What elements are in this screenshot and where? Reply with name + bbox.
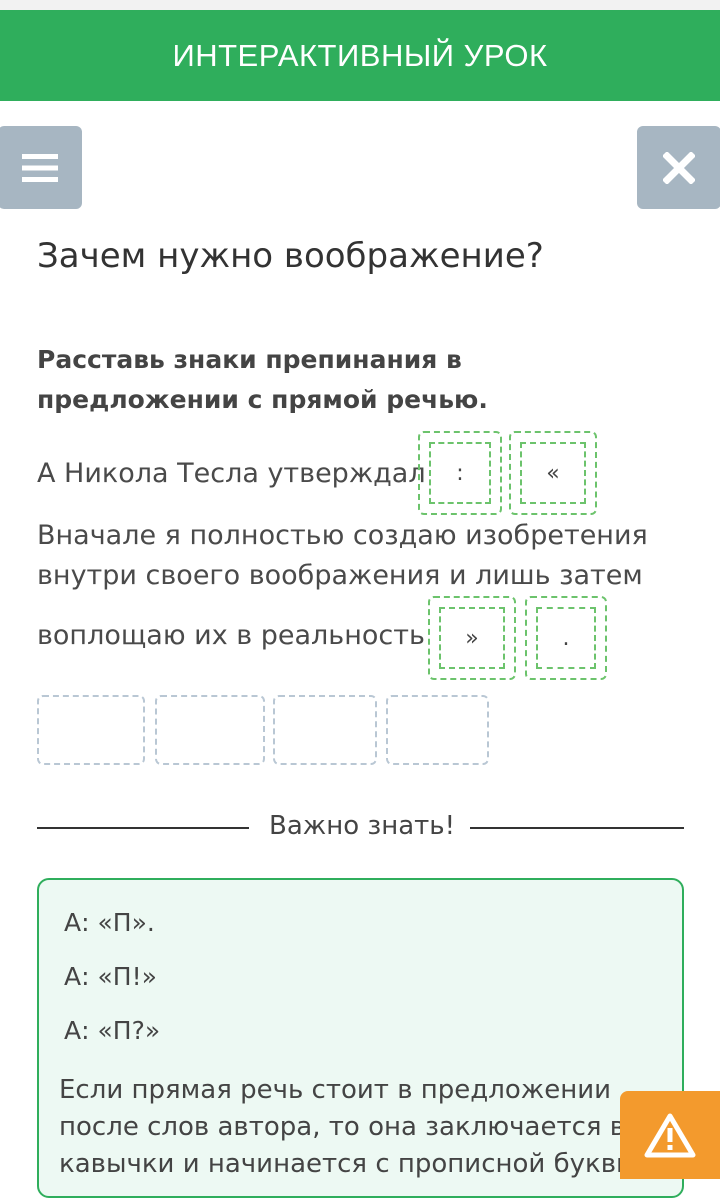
- sentence-part-2: Вначале я полностью создаю изобретения: [37, 520, 648, 551]
- sentence-part-4: воплощаю их в реальность: [37, 620, 425, 651]
- punctuation-slot-4[interactable]: .: [525, 596, 607, 680]
- punctuation-slot-1[interactable]: :: [418, 431, 502, 515]
- sentence-part-3: внутри своего воображения и лишь затем: [37, 560, 643, 591]
- status-strip: [0, 0, 720, 10]
- lesson-title: Зачем нужно воображение?: [37, 236, 544, 276]
- answer-bank-cell-2[interactable]: [155, 695, 265, 765]
- answer-bank-cell-4[interactable]: [386, 695, 489, 765]
- sentence-part-1: А Никола Тесла утверждал: [37, 458, 426, 489]
- close-icon: [663, 151, 695, 184]
- important-heading: Важно знать!: [269, 811, 456, 841]
- divider-left-line: [37, 827, 249, 829]
- example-3: А: «П?»: [64, 1016, 161, 1045]
- answer-bank-cell-1[interactable]: [37, 695, 145, 765]
- close-button[interactable]: [637, 126, 720, 209]
- example-1: А: «П».: [64, 908, 155, 937]
- answer-bank-cell-3[interactable]: [273, 695, 377, 765]
- divider-right-line: [470, 827, 684, 829]
- punctuation-slot-3[interactable]: »: [428, 596, 516, 680]
- menu-button[interactable]: [0, 126, 82, 209]
- rule-text: Если прямая речь стоит в предложении пос…: [59, 1075, 637, 1179]
- app-header: ИНТЕРАКТИВНЫЙ УРОК: [0, 10, 720, 101]
- info-box: А: «П». А: «П!» А: «П?» Если прямая речь…: [37, 878, 684, 1198]
- report-issue-button[interactable]: [620, 1091, 720, 1179]
- punctuation-slot-2[interactable]: «: [509, 431, 597, 515]
- task-instruction: Расставь знаки препинания в предложении …: [37, 345, 488, 414]
- app-title: ИНТЕРАКТИВНЫЙ УРОК: [172, 37, 548, 73]
- example-2: А: «П!»: [64, 962, 157, 991]
- slot-value: .: [536, 607, 596, 669]
- slot-value: :: [429, 442, 491, 504]
- hamburger-icon: [22, 153, 58, 182]
- slot-value: «: [520, 442, 586, 504]
- warning-icon: [644, 1113, 696, 1158]
- slot-value: »: [439, 607, 505, 669]
